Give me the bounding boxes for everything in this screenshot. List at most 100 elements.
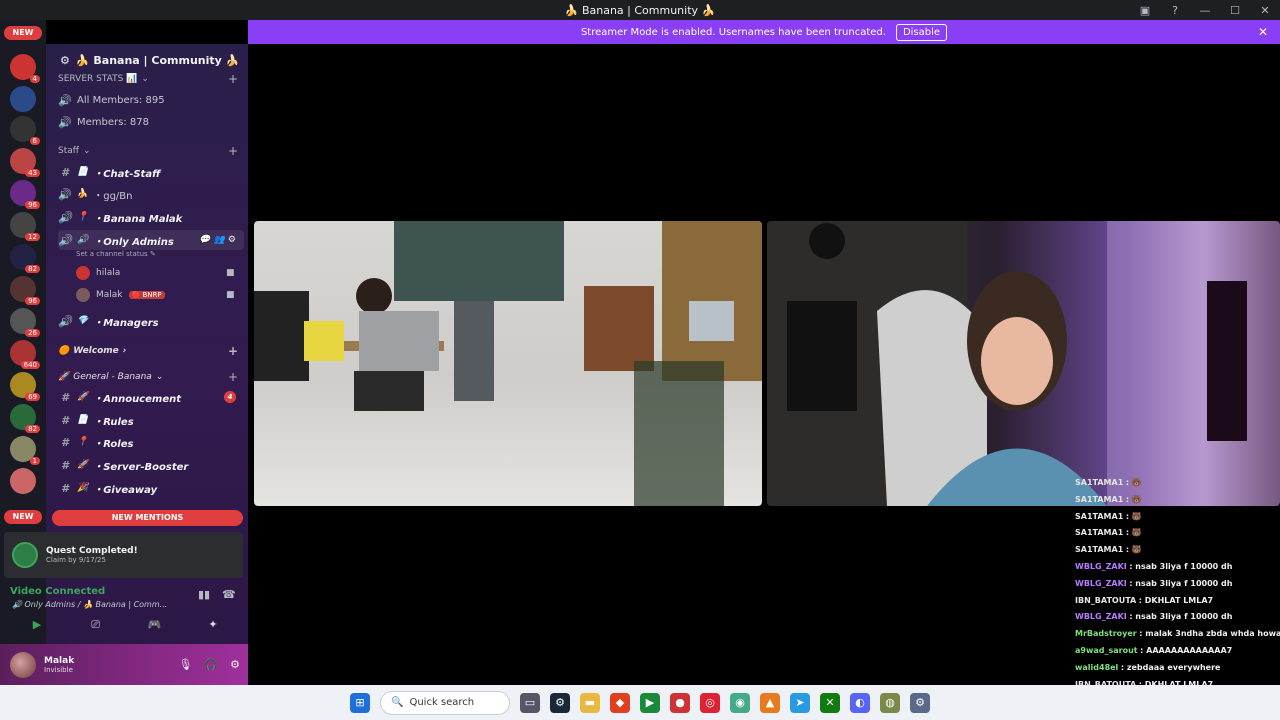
channel-gg-bn[interactable]: 🔊 🍌 ・gg/Bn [58,184,244,204]
chat-username: WBLG_ZAKI [1075,612,1127,622]
settings-icon[interactable]: ⚙ [910,692,930,713]
app-icon[interactable]: ▲ [760,692,780,713]
channel-managers[interactable]: 🔊 💎 ・Managers [58,311,244,331]
minimize-button[interactable]: — [1190,4,1220,17]
window-title: 🍌 Banana | Community 🍌 [564,3,716,17]
channel-banana-malak[interactable]: 🔊 📍 ・Banana Malak [58,207,244,227]
voice-user-hilala[interactable]: hilala [76,266,120,280]
screen-share-button[interactable]: ⎚ [71,618,121,636]
server-icon[interactable]: 69 [10,372,40,401]
server-icon[interactable]: 82 [10,404,40,433]
telegram-icon[interactable]: ➤ [790,692,810,713]
voice-channel[interactable]: 🔊 Only Admins / 🍌 Banana | Comm... [12,600,167,609]
chat-text: : nsab 3liya f 10000 dh [1129,578,1233,588]
channel-rules[interactable]: # 📄 ・Rules [58,410,244,430]
app-icon[interactable]: ● [670,692,690,713]
new-mentions-button[interactable]: NEW MENTIONS [52,510,243,526]
xbox-icon[interactable]: ✕ [820,692,840,713]
banner-close-icon[interactable]: ✕ [1258,25,1268,39]
add-channel-icon[interactable]: + [228,72,238,86]
channel-actions-icon[interactable]: 💬 👥 ⚙ [199,235,236,245]
channel-all-members[interactable]: 🔊 All Members: 895 [58,90,244,110]
chat-message: MrBadstroyer : malak 3ndha zbda whda how… [1075,629,1280,638]
server-icon[interactable]: 1 [10,436,40,465]
add-channel-icon[interactable]: + [228,344,238,358]
chat-text: : 🐻 [1125,528,1142,538]
settings-icon[interactable]: ⚙ [230,658,240,671]
channel-chat-staff[interactable]: # 📄 ・Chat-Staff [58,162,244,182]
brave-icon[interactable]: ◆ [610,692,630,713]
server-icon[interactable]: 640 [10,340,40,369]
channel-status-hint[interactable]: Set a channel status ✎ [76,250,156,258]
app-icon[interactable]: ◍ [880,692,900,713]
server-icon[interactable]: 82 [10,244,40,273]
user-panel[interactable]: Malak Invisible 🎙 🎧 ⚙ [0,644,248,685]
chat-message: SA1TAMA1 : 🐻 [1075,528,1142,537]
discord-icon[interactable]: ◐ [850,692,870,713]
hash-icon: # [61,413,69,427]
disable-streamer-button[interactable]: Disable [895,23,948,41]
server-icon[interactable]: 6 [10,116,40,145]
server-icon[interactable]: 4 [10,54,40,83]
category-staff[interactable]: Staff ⌄ + [58,144,238,158]
noise-suppression-icon[interactable]: ▮▮ [198,588,210,601]
channel-giveaway[interactable]: # 🎉 ・Giveaway [58,478,244,498]
chat-message: SA1TAMA1 : 🐻 [1075,512,1142,521]
server-icon[interactable]: 96 [10,276,40,305]
soundboard-button[interactable]: ✦ [188,618,238,636]
quest-card[interactable]: Quest Completed! Claim by 9/17/25 [4,532,243,578]
chrome-icon[interactable]: ◉ [730,692,750,713]
video-tile-malak[interactable] [767,221,1280,506]
voice-status: Video Connected [10,586,106,597]
add-channel-icon[interactable]: + [228,144,238,158]
server-icon[interactable]: 96 [10,180,40,209]
category-general[interactable]: 🚀 General - Banana ⌄ + [58,370,238,384]
add-channel-icon[interactable]: + [228,370,238,384]
channel-only-admins[interactable]: 🔊 🔊 ・Only Admins 💬 👥 ⚙ [58,230,244,250]
steam-icon[interactable]: ⚙ [550,692,570,713]
server-icon[interactable]: 43 [10,148,40,177]
video-tile-hilala[interactable] [254,221,762,506]
mic-icon[interactable]: 🎙 [178,658,192,671]
chat-username: SA1TAMA1 [1075,545,1124,555]
close-window-button[interactable]: ✕ [1250,4,1280,17]
chat-message: SA1TAMA1 : 🐻 [1075,478,1142,487]
channel-members[interactable]: 🔊 Members: 878 [58,112,244,132]
maximize-button[interactable]: ☐ [1220,4,1250,17]
channel-annoucement[interactable]: # 🚀 ・Annoucement 4 [58,387,244,407]
category-server-stats[interactable]: SERVER STATS 📊 ⌄ + [58,72,238,86]
windows-taskbar: ⊞ 🔍 Quick search ▭ ⚙ ▬ ◆ ▶ ● ◎ ◉ ▲ ➤ ✕ ◐… [0,685,1280,720]
start-icon[interactable]: ⊞ [350,692,370,713]
chat-text: : nsab 3liya f 10000 dh [1129,612,1233,622]
chat-username: IBN_BATOUTA [1075,595,1137,605]
server-icon[interactable]: 26 [10,308,40,337]
server-icon[interactable]: 12 [10,212,40,241]
server-header[interactable]: ⚙ 🍌 Banana | Community 🍌 ⌄ [46,46,248,74]
disconnect-icon[interactable]: ☎ [222,588,236,601]
camera-button[interactable]: ▶ [12,618,62,636]
voice-user-malak[interactable]: Malak 🔴 BNRP [76,288,165,302]
new-pill-top[interactable]: NEW [4,26,42,40]
headphones-icon[interactable]: 🎧 [204,658,218,671]
activity-button[interactable]: 🎮 [129,618,179,636]
speaker-icon: 🔊 [58,314,72,328]
app-icon[interactable]: ◎ [700,692,720,713]
app-icon[interactable]: ▭ [520,692,540,713]
hash-icon: # [61,481,69,495]
search-bar[interactable]: 🔍 Quick search [380,690,510,715]
folder-icon[interactable]: ▬ [580,692,600,713]
video-feed [254,221,762,506]
channel-server-booster[interactable]: # 🚀 ・Server-Booster [58,455,244,475]
new-pill-bottom[interactable]: NEW [4,510,42,524]
server-icon[interactable] [10,468,36,494]
chat-text: : malak 3ndha zbda whda howa zb [1139,629,1280,639]
server-icon[interactable] [10,86,36,112]
help-icon[interactable]: ? [1160,4,1190,17]
play-icon[interactable]: ▶ [640,692,660,713]
inbox-icon[interactable]: ▣ [1130,4,1160,17]
channel-roles[interactable]: # 📍 ・Roles [58,432,244,452]
quest-title: Quest Completed! [46,546,138,556]
avatar [76,288,90,302]
chevron-down-icon: ⌄ [228,53,238,67]
category-welcome[interactable]: 🟠 Welcome › + [58,344,238,358]
